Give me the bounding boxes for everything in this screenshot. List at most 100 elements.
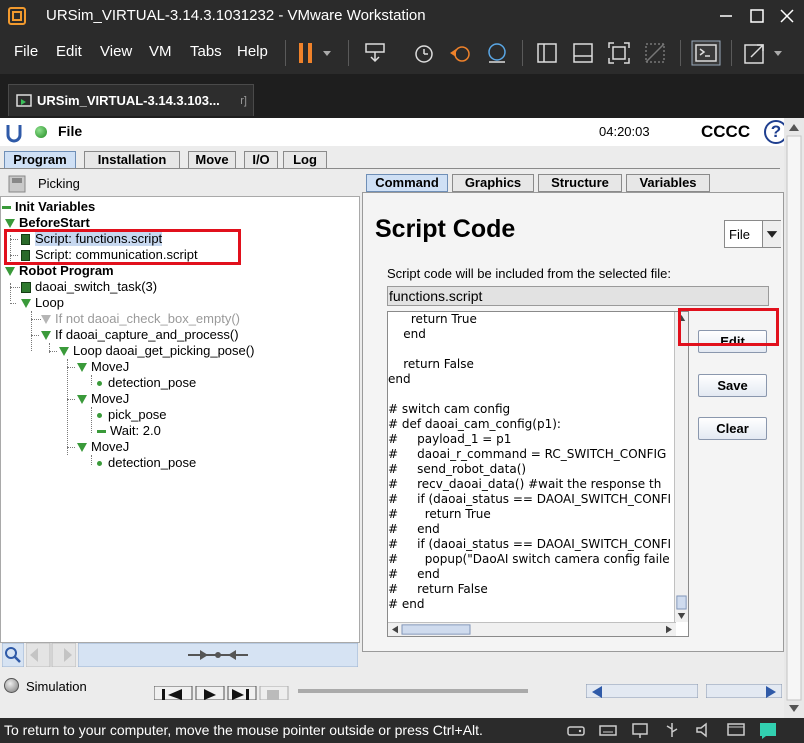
expand-triangle-icon[interactable] <box>77 395 87 405</box>
expand-triangle-icon[interactable] <box>59 347 69 357</box>
simulation-icon[interactable] <box>4 678 19 693</box>
menu-file[interactable]: File <box>14 43 38 60</box>
unity-icon[interactable] <box>642 40 668 66</box>
status-message: To return to your computer, move the mou… <box>4 722 483 738</box>
tree-item[interactable]: pick_pose <box>97 407 167 423</box>
cd-dvd-icon[interactable] <box>598 721 618 739</box>
expand-triangle-icon[interactable] <box>77 443 87 453</box>
tree-item[interactable]: If daoai_capture_and_process() <box>41 327 239 343</box>
playback-controls-icon[interactable] <box>154 686 290 700</box>
expand-triangle-icon[interactable] <box>41 331 51 341</box>
menu-help[interactable]: Help <box>237 43 268 60</box>
tab-variables[interactable]: Variables <box>626 174 710 192</box>
tree-item[interactable]: daoai_switch_task(3) <box>21 279 157 295</box>
tree-item[interactable]: MoveJ <box>77 391 129 407</box>
tree-item[interactable]: MoveJ <box>77 359 129 375</box>
code-viewer[interactable]: return True end return False end # switch … <box>387 311 689 637</box>
file-menu[interactable]: File <box>58 123 82 139</box>
expand-triangle-icon[interactable] <box>77 363 87 373</box>
window-title: URSim_VIRTUAL-3.14.3.1031232 - VMware Wo… <box>46 7 426 24</box>
waypoint-icon <box>97 413 102 419</box>
tree-item[interactable]: Loop <box>21 295 64 311</box>
menu-tabs[interactable]: Tabs <box>190 43 222 60</box>
tree-item-label: detection_pose <box>108 455 197 470</box>
tree-item-disabled[interactable]: If not daoai_check_box_empty() <box>41 311 240 327</box>
tree-item[interactable]: Robot Program <box>5 263 114 279</box>
snapshot-manager-icon[interactable] <box>484 40 510 66</box>
script-source-select[interactable]: File <box>724 220 781 248</box>
menu-edit[interactable]: Edit <box>56 43 82 60</box>
expand-triangle-icon[interactable] <box>41 315 51 325</box>
hard-disk-icon[interactable] <box>566 721 586 739</box>
next-button[interactable] <box>706 684 782 698</box>
code-line: # recv_daoai_data() #wait the response t… <box>388 477 662 491</box>
show-library-icon[interactable] <box>534 40 560 66</box>
full-screen-icon[interactable] <box>606 40 632 66</box>
vmware-app-icon <box>8 7 26 25</box>
console-view-icon[interactable] <box>691 40 721 66</box>
code-vertical-scrollbar[interactable] <box>674 312 688 622</box>
code-line: end <box>388 372 411 386</box>
code-line: end <box>388 327 426 341</box>
message-log-icon[interactable] <box>758 721 778 739</box>
move-node-icon[interactable] <box>78 643 358 667</box>
chevron-down-icon[interactable] <box>762 221 781 247</box>
guest-vertical-scrollbar[interactable] <box>784 118 804 718</box>
undo-redo-icon[interactable] <box>26 643 76 667</box>
tab-command[interactable]: Command <box>366 174 448 192</box>
speed-slider[interactable] <box>298 689 528 693</box>
tree-item[interactable]: Loop daoai_get_picking_pose() <box>59 343 254 359</box>
tab-installation[interactable]: Installation <box>84 151 180 169</box>
menubar: File Edit View VM Tabs Help <box>0 32 804 74</box>
revert-snapshot-icon[interactable] <box>448 40 474 66</box>
assignment-icon <box>2 206 11 210</box>
minimize-icon[interactable] <box>716 6 736 26</box>
script-filename-field[interactable]: functions.script <box>387 286 769 306</box>
save-button[interactable]: Save <box>698 374 767 397</box>
network-adapter-icon[interactable] <box>630 721 650 739</box>
tab-program[interactable]: Program <box>4 151 76 169</box>
tree-item-label: detection_pose <box>108 375 197 390</box>
expand-triangle-icon[interactable] <box>5 219 15 229</box>
code-line: # send_robot_data() <box>388 462 527 476</box>
tree-item[interactable]: Init Variables <box>2 199 95 215</box>
tab-log[interactable]: Log <box>283 151 327 169</box>
usb-device-icon[interactable] <box>662 721 682 739</box>
display-icon[interactable] <box>726 721 746 739</box>
stretch-guest-icon[interactable] <box>742 40 788 66</box>
send-ctrl-alt-del-icon[interactable] <box>362 40 388 66</box>
vm-tab[interactable]: URSim_VIRTUAL-3.14.3.103... r] <box>8 84 254 116</box>
snapshot-icon[interactable] <box>411 40 437 66</box>
subprogram-call-icon <box>21 282 31 294</box>
menu-view[interactable]: View <box>100 43 132 60</box>
pause-icon[interactable] <box>296 40 336 66</box>
tree-item[interactable]: detection_pose <box>97 375 196 391</box>
tab-structure[interactable]: Structure <box>538 174 622 192</box>
expand-triangle-icon[interactable] <box>5 267 15 277</box>
expand-triangle-icon[interactable] <box>21 299 31 309</box>
vmware-statusbar: To return to your computer, move the mou… <box>0 718 804 743</box>
tree-connector <box>31 335 39 336</box>
tree-item-label: Wait: 2.0 <box>110 423 161 438</box>
guest-display[interactable]: File 04:20:03 CCCC ? Program Installatio… <box>0 118 804 718</box>
search-icon[interactable] <box>2 643 24 667</box>
previous-button[interactable] <box>586 684 698 698</box>
tab-move[interactable]: Move <box>188 151 236 169</box>
program-name: Picking <box>38 176 80 191</box>
sound-card-icon[interactable] <box>694 721 714 739</box>
tree-item[interactable]: MoveJ <box>77 439 129 455</box>
code-horizontal-scrollbar[interactable] <box>388 622 676 636</box>
close-icon[interactable] <box>777 6 797 26</box>
vm-tab-close-icon[interactable]: r] <box>240 95 247 107</box>
maximize-icon[interactable] <box>747 6 767 26</box>
thumbnail-bar-icon[interactable] <box>570 40 596 66</box>
tree-item-label: BeforeStart <box>19 215 90 230</box>
tree-item-label: daoai_switch_task(3) <box>35 279 158 294</box>
code-line: # if (daoai_status == DAOAI_SWITCH_CONFI <box>388 537 672 551</box>
menu-vm[interactable]: VM <box>149 43 172 60</box>
tab-graphics[interactable]: Graphics <box>452 174 534 192</box>
tab-io[interactable]: I/O <box>244 151 278 169</box>
clear-button[interactable]: Clear <box>698 417 767 440</box>
tree-item[interactable]: detection_pose <box>97 455 196 471</box>
tree-item[interactable]: Wait: 2.0 <box>97 423 161 439</box>
